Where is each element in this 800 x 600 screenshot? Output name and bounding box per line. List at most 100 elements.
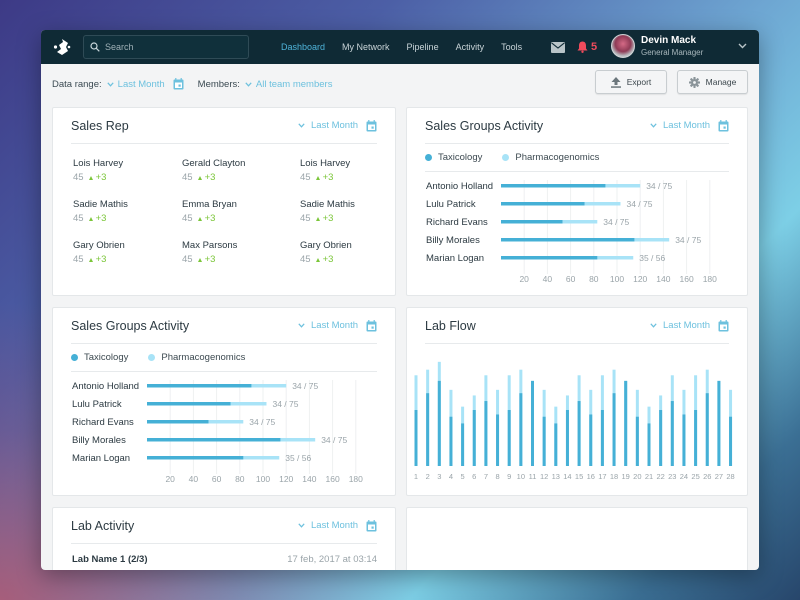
bar-taxicology[interactable] <box>147 456 244 460</box>
x-tick-label: 100 <box>256 474 270 484</box>
mail-icon[interactable] <box>551 41 565 53</box>
bar-taxicology[interactable] <box>729 416 733 466</box>
card-range-dropdown[interactable]: Last Month <box>298 119 377 132</box>
calendar-icon[interactable] <box>366 319 377 332</box>
logo-icon[interactable] <box>51 36 73 58</box>
calendar-icon[interactable] <box>718 319 729 332</box>
bar-taxicology[interactable] <box>635 416 639 466</box>
bar-taxicology[interactable] <box>147 438 281 442</box>
bar-taxicology[interactable] <box>147 420 209 424</box>
bar-taxicology[interactable] <box>414 410 418 466</box>
export-button[interactable]: Export <box>595 70 667 94</box>
bar-taxicology[interactable] <box>600 410 604 466</box>
x-tick-label: 80 <box>589 274 599 284</box>
bar-taxicology[interactable] <box>612 393 616 466</box>
legend-item-pharmacogenomics[interactable]: Pharmacogenomics <box>148 352 245 363</box>
calendar-icon[interactable] <box>366 519 377 532</box>
search-box[interactable] <box>83 35 249 59</box>
up-arrow-icon <box>88 257 93 262</box>
bar-taxicology[interactable] <box>437 380 441 466</box>
calendar-icon[interactable] <box>718 119 729 132</box>
bar-taxicology[interactable] <box>670 401 674 466</box>
card-range-dropdown[interactable]: Last Month <box>298 319 377 332</box>
card-range-dropdown[interactable]: Last Month <box>650 119 729 132</box>
rep-item[interactable]: Sadie Mathis 45 +3 <box>73 199 183 224</box>
chevron-down-icon[interactable] <box>738 43 747 49</box>
legend-label: Taxicology <box>84 352 129 363</box>
bar-taxicology[interactable] <box>589 414 593 466</box>
bar-taxicology[interactable] <box>496 414 500 466</box>
x-tick-label: 160 <box>680 274 694 284</box>
bar-taxicology[interactable] <box>554 423 558 466</box>
card-range-dropdown[interactable]: Last Month <box>298 519 377 532</box>
x-tick-label: 120 <box>633 274 647 284</box>
legend-item-taxicology[interactable]: Taxicology <box>71 352 128 363</box>
rep-item[interactable]: Max Parsons 45 +3 <box>182 240 292 265</box>
legend-item-pharmacogenomics[interactable]: Pharmacogenomics <box>502 152 599 163</box>
rep-item[interactable]: Gary Obrien 45 +3 <box>73 240 183 265</box>
bar-taxicology[interactable] <box>507 410 511 466</box>
bar-taxicology[interactable] <box>531 380 534 466</box>
bar-taxicology[interactable] <box>501 184 606 188</box>
x-tick-label: 9 <box>507 472 511 481</box>
bar-taxicology[interactable] <box>694 410 698 466</box>
filter-bar: Data range: Last Month Members: All team… <box>41 64 759 104</box>
bar-taxicology[interactable] <box>501 220 563 224</box>
gear-icon <box>688 76 700 88</box>
data-label: 34 / 75 <box>272 399 298 409</box>
rep-item[interactable]: Gerald Clayton 45 +3 <box>182 158 292 183</box>
nav-dashboard[interactable]: Dashboard <box>281 42 325 52</box>
lab-activity-row[interactable]: Lab Name 1 (2/3) 17 feb, 2017 at 03:14 <box>72 554 377 565</box>
bar-taxicology[interactable] <box>717 380 721 466</box>
bar-taxicology[interactable] <box>147 384 252 388</box>
bar-taxicology[interactable] <box>565 410 569 466</box>
bar-taxicology[interactable] <box>484 401 488 466</box>
bar-taxicology[interactable] <box>647 423 651 466</box>
card-range-dropdown[interactable]: Last Month <box>650 319 729 332</box>
rep-item[interactable]: Lois Harvey 45 +3 <box>73 158 183 183</box>
data-range-dropdown[interactable]: Last Month <box>107 79 165 90</box>
search-input[interactable] <box>105 42 235 52</box>
nav-my-network[interactable]: My Network <box>342 42 390 52</box>
rep-item[interactable]: Lois Harvey 45 +3 <box>300 158 410 183</box>
bar-taxicology[interactable] <box>501 256 598 260</box>
rep-item[interactable]: Sadie Mathis 45 +3 <box>300 199 410 224</box>
manage-button[interactable]: Manage <box>677 70 748 94</box>
bar-taxicology[interactable] <box>577 401 581 466</box>
bar-taxicology[interactable] <box>426 393 430 466</box>
bar-taxicology[interactable] <box>659 410 663 466</box>
members-dropdown[interactable]: All team members <box>245 79 332 90</box>
bar-taxicology[interactable] <box>542 416 546 466</box>
chevron-down-icon <box>245 81 252 87</box>
data-label: 35 / 56 <box>639 253 665 263</box>
legend-item-taxicology[interactable]: Taxicology <box>425 152 482 163</box>
rep-item[interactable]: Gary Obrien 45 +3 <box>300 240 410 265</box>
x-tick-label: 140 <box>302 474 316 484</box>
rep-item[interactable]: Emma Bryan 45 +3 <box>182 199 292 224</box>
sales-groups-bar-chart: 20 40 60 80 100 120 140 160 180 Antonio Holland 34… <box>407 172 747 292</box>
x-tick-label: 27 <box>715 472 723 481</box>
bar-taxicology[interactable] <box>472 410 476 466</box>
nav-activity[interactable]: Activity <box>456 42 485 52</box>
bar-taxicology[interactable] <box>147 402 231 406</box>
bar-taxicology[interactable] <box>624 380 628 466</box>
category-label: Lulu Patrick <box>72 399 122 410</box>
x-tick-label: 1 <box>414 472 418 481</box>
nav-pipeline[interactable]: Pipeline <box>407 42 439 52</box>
bar-taxicology[interactable] <box>705 393 709 466</box>
rep-name: Lois Harvey <box>73 158 124 169</box>
bar-taxicology[interactable] <box>501 202 585 206</box>
notifications-button[interactable]: 5 <box>577 41 597 53</box>
bell-icon <box>577 41 588 53</box>
user-menu[interactable]: Devin Mack General Manager <box>611 34 703 58</box>
bar-taxicology[interactable] <box>682 414 686 466</box>
nav-tools[interactable]: Tools <box>501 42 522 52</box>
bar-taxicology[interactable] <box>449 416 453 466</box>
calendar-icon[interactable] <box>366 119 377 132</box>
calendar-icon[interactable] <box>173 78 184 90</box>
bar-taxicology[interactable] <box>461 423 465 466</box>
bar-taxicology[interactable] <box>519 393 523 466</box>
rep-delta: +3 <box>197 254 215 265</box>
x-tick-label: 12 <box>540 472 548 481</box>
bar-taxicology[interactable] <box>501 238 635 242</box>
